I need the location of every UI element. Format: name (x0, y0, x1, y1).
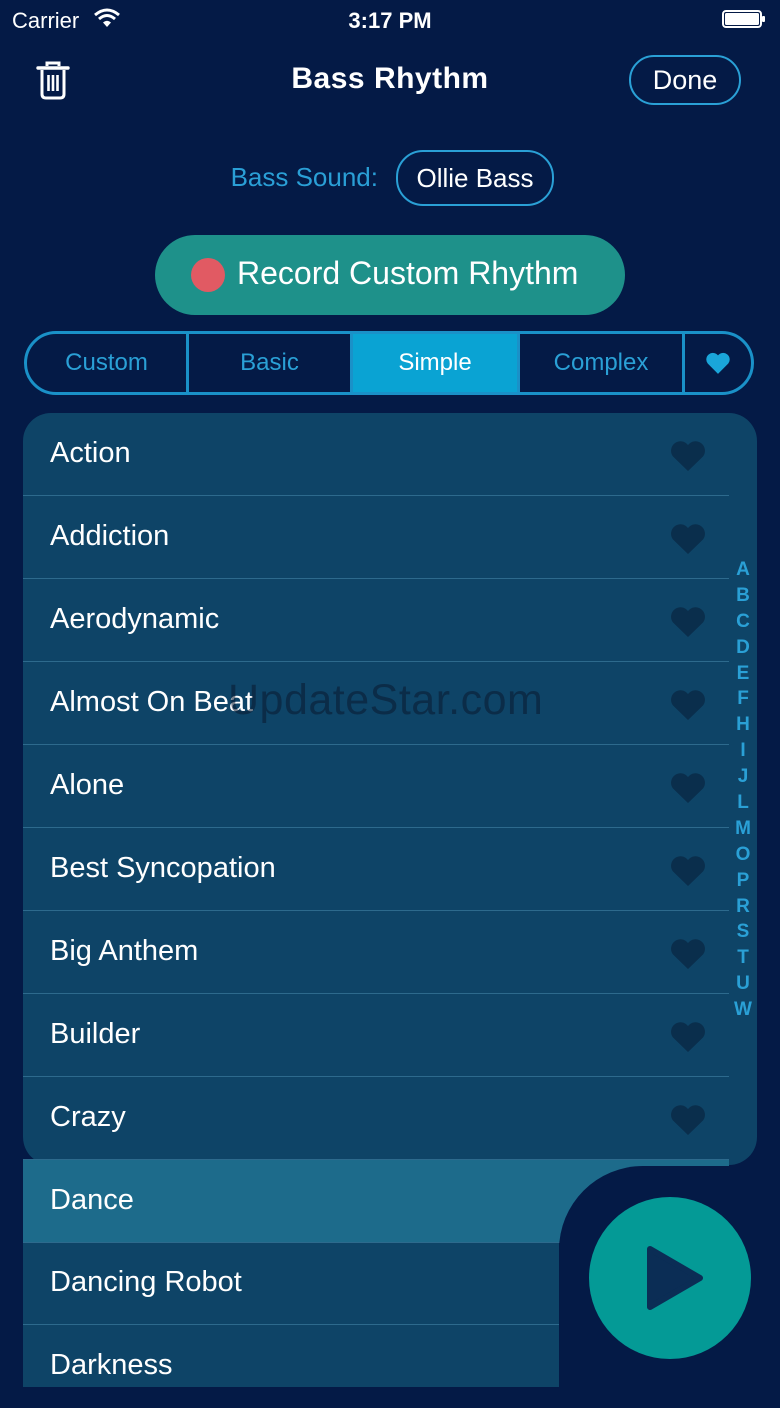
index-letter[interactable]: A (730, 557, 756, 583)
index-letter[interactable]: D (730, 635, 756, 661)
tab-simple[interactable]: Simple (350, 334, 517, 392)
rhythm-name: Big Anthem (50, 935, 199, 967)
list-item[interactable]: Big Anthem (23, 911, 729, 994)
rhythm-name: Addiction (50, 520, 170, 552)
list-item[interactable]: Crazy (23, 1077, 729, 1160)
record-button-label: Record Custom Rhythm (237, 255, 579, 291)
index-letter[interactable]: L (730, 790, 756, 816)
index-letter[interactable]: P (730, 868, 756, 894)
rhythm-name: Action (50, 437, 131, 469)
play-button[interactable] (589, 1197, 751, 1359)
rhythm-name: Alone (50, 769, 125, 801)
favorite-heart-icon[interactable] (669, 605, 707, 639)
index-letter[interactable]: R (730, 894, 756, 920)
list-item[interactable]: Alone (23, 745, 729, 828)
list-item[interactable]: Dancing Robot (23, 1242, 559, 1325)
tab-custom[interactable]: Custom (27, 334, 186, 392)
tab-favorites[interactable] (682, 334, 751, 392)
index-letter[interactable]: W (730, 997, 756, 1023)
index-letter[interactable]: T (730, 945, 756, 971)
index-letter[interactable]: H (730, 712, 756, 738)
rhythm-name: Dancing Robot (50, 1266, 242, 1298)
favorite-heart-icon[interactable] (669, 771, 707, 805)
tab-complex[interactable]: Complex (517, 334, 682, 392)
rhythm-name: Aerodynamic (50, 603, 220, 635)
heart-icon (706, 352, 730, 374)
record-dot-icon (191, 258, 225, 292)
index-letter[interactable]: S (730, 919, 756, 945)
bass-sound-selector[interactable]: Ollie Bass (396, 150, 554, 206)
index-letter[interactable]: E (730, 661, 756, 687)
favorite-heart-icon[interactable] (669, 937, 707, 971)
rhythm-name: Almost On Beat (50, 686, 254, 718)
favorite-heart-icon[interactable] (669, 1020, 707, 1054)
record-custom-rhythm-button[interactable]: Record Custom Rhythm (155, 235, 625, 315)
play-icon (647, 1246, 703, 1310)
index-letter[interactable]: M (730, 816, 756, 842)
favorite-heart-icon[interactable] (669, 688, 707, 722)
favorite-heart-icon[interactable] (669, 1103, 707, 1137)
list-item[interactable]: Addiction (23, 496, 729, 579)
rhythm-name: Dance (50, 1184, 134, 1216)
done-button[interactable]: Done (629, 55, 741, 105)
list-item[interactable]: Almost On Beat (23, 662, 729, 745)
favorite-heart-icon[interactable] (669, 522, 707, 556)
favorite-heart-icon[interactable] (669, 439, 707, 473)
rhythm-name: Builder (50, 1018, 141, 1050)
list-item[interactable]: Best Syncopation (23, 828, 729, 911)
clock: 3:17 PM (348, 8, 432, 33)
battery-icon (722, 10, 765, 28)
index-letter[interactable]: O (730, 842, 756, 868)
bass-sound-label: Bass Sound: (230, 162, 378, 192)
favorite-heart-icon[interactable] (669, 854, 707, 888)
category-tabs: Custom Basic Simple Complex (24, 331, 754, 395)
index-letter[interactable]: F (730, 686, 756, 712)
list-item[interactable]: Aerodynamic (23, 579, 729, 662)
list-item[interactable]: Builder (23, 994, 729, 1077)
rhythm-name: Darkness (50, 1349, 173, 1381)
index-letter[interactable]: J (730, 764, 756, 790)
tab-basic[interactable]: Basic (186, 334, 350, 392)
alphabet-index[interactable]: A B C D E F H I J L M O P R S T U W (730, 557, 756, 1023)
index-letter[interactable]: I (730, 738, 756, 764)
status-bar: Carrier 3:17 PM (0, 0, 780, 40)
list-item[interactable]: Action (23, 413, 729, 496)
index-letter[interactable]: C (730, 609, 756, 635)
index-letter[interactable]: B (730, 583, 756, 609)
list-item[interactable]: Darkness (23, 1325, 559, 1408)
rhythm-name: Best Syncopation (50, 852, 276, 884)
index-letter[interactable]: U (730, 971, 756, 997)
rhythm-name: Crazy (50, 1101, 126, 1133)
